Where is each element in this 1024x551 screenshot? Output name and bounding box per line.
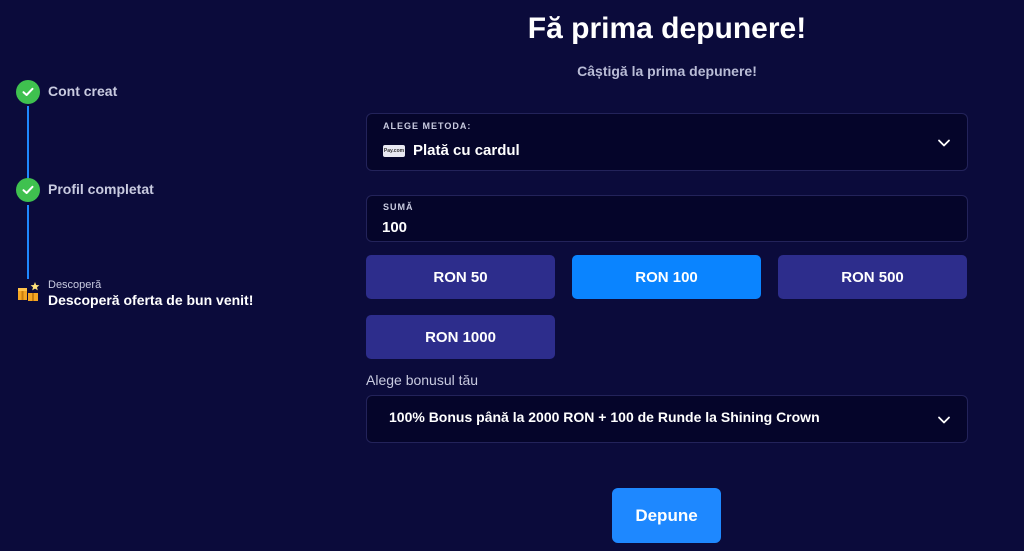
pay-logo-icon: Pay.com (383, 144, 405, 157)
chevron-down-icon (938, 416, 950, 424)
payment-method-row: Pay.com Plată cu cardul (383, 142, 520, 159)
payment-method-label: ALEGE METODA: (383, 121, 472, 131)
stepper-line-2 (27, 205, 29, 279)
page-title: Fă prima depunere! (527, 12, 807, 45)
amount-chip-1000[interactable]: RON 1000 (366, 315, 555, 359)
step-profile-completed: Profil completat (16, 178, 154, 202)
payment-method-value: Plată cu cardul (413, 142, 520, 159)
bonus-select[interactable]: 100% Bonus până la 2000 RON + 100 de Run… (366, 395, 968, 443)
payment-method-select[interactable]: ALEGE METODA: Pay.com Plată cu cardul (366, 113, 968, 171)
stepper-line-1 (27, 106, 29, 180)
check-icon (16, 178, 40, 202)
step-label: Descoperă oferta de bun venit! (48, 292, 254, 308)
amount-chip-100[interactable]: RON 100 (572, 255, 761, 299)
step-label: Profil completat (48, 181, 154, 197)
gift-icon (16, 280, 42, 306)
check-icon (16, 80, 40, 104)
bonus-label: Alege bonusul tău (366, 372, 479, 388)
amount-input[interactable] (382, 216, 942, 238)
amount-chip-500[interactable]: RON 500 (778, 255, 967, 299)
step-caption: Descoperă (48, 279, 102, 291)
amount-chip-50[interactable]: RON 50 (366, 255, 555, 299)
deposit-button[interactable]: Depune (612, 488, 721, 543)
step-label: Cont creat (48, 83, 118, 99)
step-account-created: Cont creat (16, 80, 117, 104)
page-subtitle: Câștigă la prima depunere! (577, 63, 757, 79)
amount-field: SUMĂ (366, 195, 968, 242)
step-discover-offer: Descoperă Descoperă oferta de bun venit! (16, 279, 254, 309)
amount-label: SUMĂ (383, 202, 414, 212)
bonus-value: 100% Bonus până la 2000 RON + 100 de Run… (389, 409, 820, 425)
chevron-down-icon (938, 139, 950, 147)
